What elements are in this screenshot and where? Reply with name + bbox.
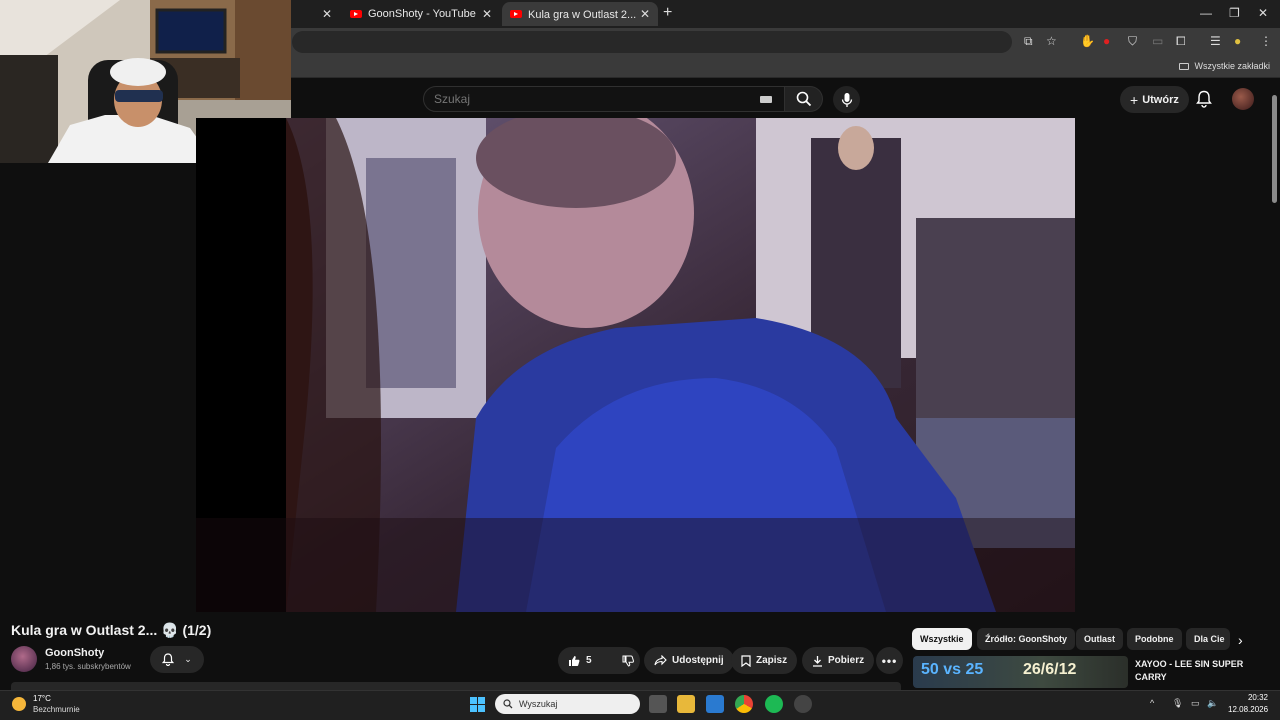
clock-time[interactable]: 20:32 bbox=[1246, 693, 1268, 702]
thumbs-down-icon bbox=[622, 655, 634, 667]
file-explorer-icon[interactable] bbox=[677, 695, 695, 713]
search-button[interactable] bbox=[785, 86, 823, 112]
bookmark-star-icon[interactable]: ☆ bbox=[1046, 34, 1057, 48]
all-bookmarks[interactable]: Wszystkie zakładki bbox=[1179, 61, 1270, 71]
all-bookmarks-label: Wszystkie zakładki bbox=[1194, 61, 1270, 71]
app-icon[interactable] bbox=[794, 695, 812, 713]
spotify-icon[interactable] bbox=[765, 695, 783, 713]
like-count: 5 bbox=[586, 655, 592, 666]
chevron-down-icon: ⌄ bbox=[184, 654, 192, 664]
youtube-icon bbox=[510, 10, 522, 18]
chip-outlast[interactable]: Outlast bbox=[1076, 628, 1124, 650]
close-icon[interactable]: ✕ bbox=[640, 7, 650, 21]
video-player[interactable] bbox=[196, 118, 1075, 612]
share-button[interactable]: Udostępnij bbox=[644, 647, 734, 674]
search-input[interactable] bbox=[424, 87, 744, 111]
screen: ✕ GoonShoty - YouTube ✕ Kula gra w Outla… bbox=[0, 0, 1280, 720]
weather-temperature[interactable]: 17°C bbox=[33, 694, 51, 703]
search-icon bbox=[503, 699, 513, 709]
task-view-icon[interactable] bbox=[649, 695, 667, 713]
channel-avatar[interactable] bbox=[11, 646, 37, 672]
address-input[interactable] bbox=[292, 31, 1012, 53]
voice-search-button[interactable] bbox=[833, 86, 860, 113]
download-icon bbox=[813, 655, 822, 667]
taskbar-search-label: Wyszukaj bbox=[519, 699, 558, 709]
bookmark-icon bbox=[741, 654, 751, 667]
taskbar-search[interactable]: Wyszukaj bbox=[495, 694, 640, 714]
more-icon: ••• bbox=[881, 653, 898, 668]
subscription-button[interactable]: ⌄ bbox=[150, 646, 204, 673]
like-button[interactable]: 5 bbox=[558, 647, 602, 674]
tab-video[interactable]: Kula gra w Outlast 2... 💀 (1/2) ✕ bbox=[502, 2, 658, 26]
create-label: Utwórz bbox=[1142, 93, 1179, 106]
plus-icon: + bbox=[1130, 91, 1139, 108]
dislike-button[interactable] bbox=[612, 647, 644, 674]
search-box bbox=[423, 86, 785, 112]
channel-subscribers: 1,86 tys. subskrybentów bbox=[45, 662, 131, 671]
recommended-title[interactable]: XAYOO - LEE SIN SUPER CARRY bbox=[1135, 658, 1275, 684]
adblock-icon[interactable]: ● bbox=[1103, 34, 1110, 48]
extension-icon[interactable]: ✋ bbox=[1080, 34, 1095, 48]
share-icon bbox=[654, 655, 667, 666]
notifications-bell-icon[interactable] bbox=[1196, 90, 1212, 108]
microphone-icon bbox=[841, 92, 852, 107]
maximize-icon[interactable]: ❐ bbox=[1229, 6, 1240, 20]
download-label: Pobierz bbox=[828, 655, 865, 666]
channel-name[interactable]: GoonShoty bbox=[45, 647, 104, 659]
volume-icon[interactable]: 🔈 bbox=[1207, 698, 1218, 709]
description-box[interactable] bbox=[11, 682, 901, 690]
chip-all[interactable]: Wszystkie bbox=[912, 628, 972, 650]
new-tab-icon[interactable]: + bbox=[663, 4, 672, 22]
chevron-right-icon[interactable]: › bbox=[1238, 632, 1243, 648]
chrome-icon[interactable] bbox=[735, 695, 753, 713]
chevron-up-icon[interactable]: ^ bbox=[1150, 698, 1154, 708]
tab-channel[interactable]: GoonShoty - YouTube ✕ bbox=[342, 2, 500, 26]
thumbnail-text-left: 50 vs 25 bbox=[921, 661, 984, 678]
youtube-icon bbox=[350, 10, 362, 18]
weather-description[interactable]: Bezchmurnie bbox=[33, 705, 80, 714]
menu-icon[interactable]: ⋮ bbox=[1260, 34, 1272, 48]
thumbs-up-icon bbox=[569, 655, 580, 666]
profile-icon[interactable]: ● bbox=[1234, 34, 1241, 48]
like-dislike-group: 5 bbox=[558, 647, 640, 674]
tab-label: GoonShoty - YouTube bbox=[368, 8, 476, 20]
shield-icon[interactable]: ⛉ bbox=[1128, 34, 1137, 49]
chip-source[interactable]: Źródło: GoonShoty bbox=[977, 628, 1075, 650]
thumbnail-text-right: 26/6/12 bbox=[1023, 661, 1077, 678]
keyboard-icon[interactable] bbox=[760, 96, 772, 103]
recommended-thumbnail[interactable]: 50 vs 25 26/6/12 bbox=[913, 656, 1128, 688]
chip-related[interactable]: Podobne bbox=[1127, 628, 1182, 650]
extension-icon[interactable]: ▭ bbox=[1152, 34, 1163, 48]
bell-icon bbox=[162, 653, 175, 666]
more-actions-button[interactable]: ••• bbox=[876, 647, 903, 674]
download-button[interactable]: Pobierz bbox=[802, 647, 875, 674]
page-scrollbar[interactable] bbox=[1272, 95, 1277, 203]
close-icon[interactable]: ✕ bbox=[322, 7, 332, 21]
create-button[interactable]: + Utwórz bbox=[1120, 86, 1189, 113]
save-button[interactable]: Zapisz bbox=[731, 647, 798, 674]
store-icon[interactable] bbox=[706, 695, 724, 713]
tab-label: Kula gra w Outlast 2... 💀 (1/2) bbox=[528, 8, 640, 21]
start-windows-icon[interactable] bbox=[470, 697, 485, 712]
minimize-icon[interactable]: — bbox=[1200, 6, 1212, 20]
clock-date[interactable]: 12.08.2026 bbox=[1228, 705, 1268, 714]
share-label: Udostępnij bbox=[672, 655, 724, 666]
save-label: Zapisz bbox=[756, 655, 788, 666]
taskbar bbox=[0, 690, 1280, 720]
close-window-icon[interactable]: ✕ bbox=[1258, 6, 1268, 20]
media-icon[interactable]: ☰ bbox=[1210, 34, 1221, 48]
search-icon bbox=[796, 91, 811, 107]
tab-hidden[interactable]: ✕ bbox=[292, 2, 340, 26]
video-frame bbox=[196, 118, 1075, 612]
install-icon[interactable]: ⧉ bbox=[1024, 34, 1033, 49]
microphone-tray-icon[interactable]: 🎙 bbox=[1172, 698, 1183, 709]
video-title: Kula gra w Outlast 2... 💀 (1/2) bbox=[11, 622, 212, 638]
close-icon[interactable]: ✕ bbox=[482, 7, 492, 21]
puzzle-icon[interactable]: ⧠ bbox=[1176, 34, 1186, 49]
account-avatar[interactable] bbox=[1232, 88, 1254, 110]
network-icon[interactable]: ▭ bbox=[1191, 698, 1200, 709]
chip-for-you[interactable]: Dla Cie bbox=[1186, 628, 1230, 650]
moon-weather-icon[interactable] bbox=[12, 697, 26, 711]
folder-icon bbox=[1179, 63, 1190, 70]
